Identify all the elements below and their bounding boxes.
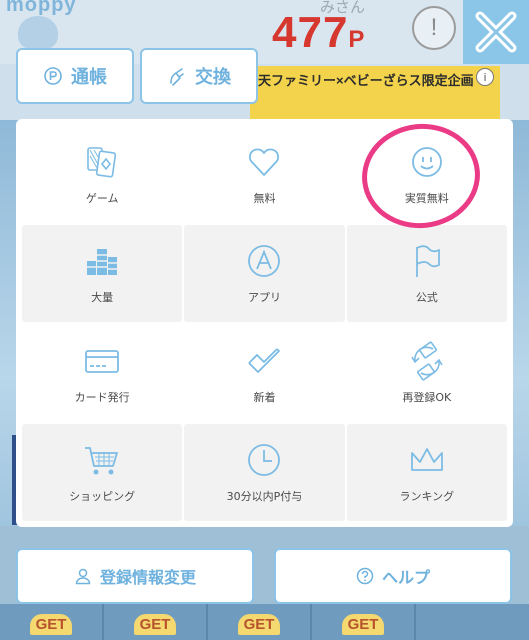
menu-tile-30min-points[interactable]: 30分以内P付与 <box>184 423 345 521</box>
get-badge[interactable]: GET <box>104 604 208 640</box>
menu-tile-effectively-free[interactable]: 実質無料 <box>346 125 507 223</box>
exchange-hand-icon <box>170 68 184 86</box>
promo-banner-text: 天ファミリー×ベビーざらス限定企画 <box>258 73 474 88</box>
points-value: 477 <box>272 8 349 57</box>
mascot-icon <box>18 16 58 50</box>
points-coin-icon <box>44 67 62 85</box>
heart-icon <box>249 148 280 176</box>
menu-tile-label: ゲーム <box>85 191 119 205</box>
menu-tile-label: アプリ <box>247 291 281 305</box>
menu-tile-shopping[interactable]: ショッピング <box>22 423 183 521</box>
smile-icon <box>411 146 442 177</box>
help-button[interactable]: ヘルプ <box>274 548 512 604</box>
help-label: ヘルプ <box>381 570 430 587</box>
menu-tile-card-issue[interactable]: カード発行 <box>22 324 183 422</box>
cart-icon <box>85 447 119 475</box>
clock-icon <box>248 444 281 477</box>
question-icon <box>356 567 374 585</box>
get-badge[interactable]: GET <box>208 604 312 640</box>
menu-tile-label: カード発行 <box>74 390 130 404</box>
points-unit: P <box>348 26 366 53</box>
category-menu: ゲーム 無料 実質無料 大量 アプリ 公式 カード発行 新着 再登録OK ショッ… <box>16 119 513 527</box>
menu-tile-label: ランキング <box>399 490 455 504</box>
passbook-label: 通帳 <box>71 67 107 87</box>
logo: moppy <box>6 0 77 16</box>
user-icon <box>75 568 91 585</box>
menu-tile-reregister[interactable]: 再登録OK <box>346 324 507 422</box>
exchange-button[interactable]: 交換 <box>140 48 258 104</box>
get-badge-strip: GET GET GET GET <box>0 604 529 640</box>
menu-tile-label: 30分以内P付与 <box>226 490 303 504</box>
credit-card-icon <box>85 349 120 373</box>
app-icon <box>248 245 281 278</box>
close-icon <box>475 11 517 53</box>
get-badge[interactable]: GET <box>312 604 416 640</box>
passbook-button[interactable]: 通帳 <box>16 48 134 104</box>
close-button[interactable] <box>463 0 529 64</box>
menu-tile-label: 再登録OK <box>402 390 452 404</box>
menu-tile-app[interactable]: アプリ <box>184 224 345 322</box>
menu-tile-label: 無料 <box>253 191 276 205</box>
points-balance: 477P <box>272 8 365 58</box>
menu-tile-label: 公式 <box>415 291 438 305</box>
menu-tile-ranking[interactable]: ランキング <box>346 423 507 521</box>
info-icon[interactable]: ! <box>412 6 456 50</box>
flag-icon <box>415 245 440 278</box>
menu-tile-label: 新着 <box>253 390 276 404</box>
menu-tile-label: 大量 <box>91 291 114 305</box>
exchange-label: 交換 <box>195 67 231 87</box>
menu-tile-official[interactable]: 公式 <box>346 224 507 322</box>
menu-tile-free[interactable]: 無料 <box>184 125 345 223</box>
cards-icon <box>87 146 117 178</box>
menu-tile-label: 実質無料 <box>404 191 449 205</box>
menu-tile-game[interactable]: ゲーム <box>22 125 183 223</box>
refresh-icon <box>411 341 443 381</box>
menu-tile-bulk[interactable]: 大量 <box>22 224 183 322</box>
edit-profile-button[interactable]: 登録情報変更 <box>16 548 254 604</box>
banner-info-icon[interactable]: i <box>476 68 494 86</box>
buildings-icon <box>87 249 118 276</box>
get-badge[interactable]: GET <box>0 604 104 640</box>
crown-icon <box>410 448 443 472</box>
menu-tile-label: ショッピング <box>69 490 136 504</box>
menu-tile-new[interactable]: 新着 <box>184 324 345 422</box>
edit-profile-label: 登録情報変更 <box>99 570 196 587</box>
check-icon <box>248 348 281 373</box>
